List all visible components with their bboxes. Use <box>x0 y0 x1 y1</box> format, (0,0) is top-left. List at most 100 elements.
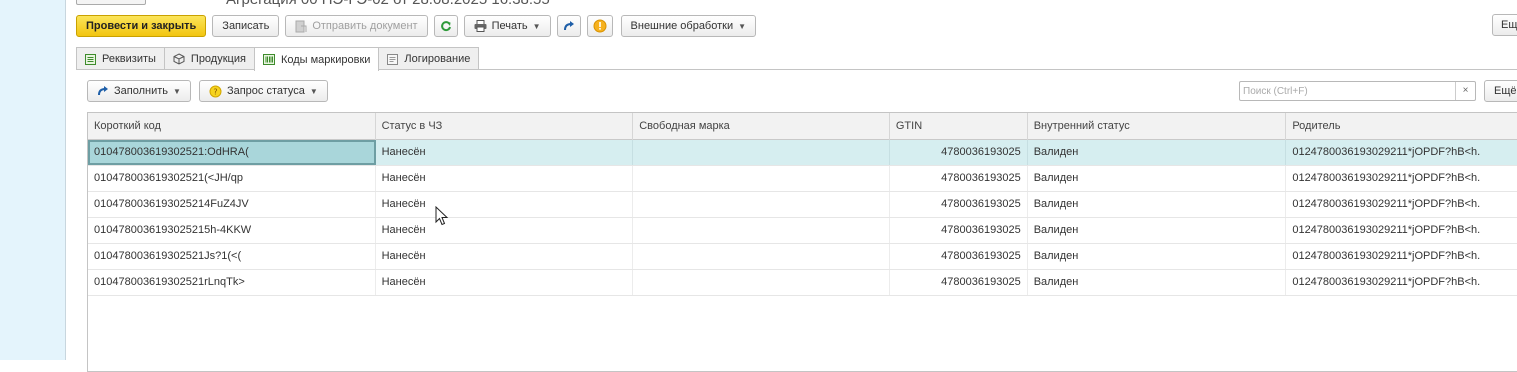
table-row[interactable]: 0104780036193025215h-4KKW Нанесён 478003… <box>88 218 1517 244</box>
cell-status-cz[interactable]: Нанесён <box>376 166 634 191</box>
cell-gtin[interactable]: 4780036193025 <box>890 244 1028 269</box>
tab-requisites-label: Реквизиты <box>102 53 156 65</box>
cell-short-code[interactable]: 010478003619302521:OdHRA( <box>88 140 376 165</box>
save-button[interactable]: Записать <box>212 15 280 37</box>
cell-gtin[interactable]: 4780036193025 <box>890 140 1028 165</box>
cell-parent[interactable]: 0124780036193029211*jOPDF?hB<h. <box>1286 192 1517 217</box>
more-actions-button[interactable]: Ещё <box>1492 14 1517 36</box>
save-label: Записать <box>222 20 270 32</box>
cell-internal-status[interactable]: Валиден <box>1028 192 1287 217</box>
left-panel <box>0 0 66 360</box>
cell-free-mark[interactable] <box>633 270 890 295</box>
table-row[interactable]: 010478003619302521(<JH/qp Нанесён 478003… <box>88 166 1517 192</box>
tab-products-label: Продукция <box>190 53 246 65</box>
cell-gtin[interactable]: 4780036193025 <box>890 166 1028 191</box>
title-bar: Агрегация 00 ПЭ-ГЭ-02 от 28.08.2025 16:3… <box>66 0 1517 8</box>
clear-search-button[interactable]: × <box>1455 82 1475 100</box>
column-header-internal-status[interactable]: Внутренний статус <box>1028 113 1287 140</box>
tab-requisites[interactable]: Реквизиты <box>76 47 165 70</box>
search-input[interactable] <box>1240 82 1452 100</box>
cell-free-mark[interactable] <box>633 192 890 217</box>
list-more-button[interactable]: Ещё <box>1484 80 1517 102</box>
cell-short-code[interactable]: 0104780036193025215h-4KKW <box>88 218 376 243</box>
cell-internal-status[interactable]: Валиден <box>1028 166 1287 191</box>
cell-free-mark[interactable] <box>633 140 890 165</box>
cell-status-cz[interactable]: Нанесён <box>376 218 634 243</box>
table-row[interactable]: 010478003619302521Js?1(<( Нанесён 478003… <box>88 244 1517 270</box>
info-icon <box>593 19 607 33</box>
print-button[interactable]: Печать ▼ <box>463 15 551 37</box>
nav-buttons-fragment[interactable] <box>76 0 146 5</box>
send-document-label: Отправить документ <box>312 20 418 32</box>
fill-arrow-icon <box>98 86 108 96</box>
search-field: × <box>1239 81 1476 101</box>
tab-bar: Реквизиты Продукция Коды маркировки Логи… <box>76 47 480 71</box>
status-request-label: Запрос статуса <box>226 85 305 97</box>
external-processing-button[interactable]: Внешние обработки ▼ <box>620 15 757 37</box>
refresh-icon <box>440 21 451 32</box>
cell-parent[interactable]: 0124780036193029211*jOPDF?hB<h. <box>1286 244 1517 269</box>
cell-parent[interactable]: 0124780036193029211*jOPDF?hB<h. <box>1286 166 1517 191</box>
list-command-bar: Заполнить ▼ ? Запрос статуса ▼ <box>87 80 328 102</box>
chevron-down-icon: ▼ <box>309 86 318 96</box>
column-header-gtin[interactable]: GTIN <box>890 113 1028 140</box>
cell-free-mark[interactable] <box>633 166 890 191</box>
cell-short-code[interactable]: 010478003619302521Js?1(<( <box>88 244 376 269</box>
column-header-free-mark[interactable]: Свободная марка <box>633 113 890 140</box>
window-title: Агрегация 00 ПЭ-ГЭ-02 от 28.08.2025 16:3… <box>226 0 550 8</box>
table-row[interactable]: 0104780036193025214FuZ4JV Нанесён 478003… <box>88 192 1517 218</box>
table-row[interactable]: 010478003619302521:OdHRA( Нанесён 478003… <box>88 140 1517 166</box>
cell-short-code[interactable]: 010478003619302521rLnqTk> <box>88 270 376 295</box>
tab-products[interactable]: Продукция <box>163 47 255 70</box>
column-header-status-cz[interactable]: Статус в ЧЗ <box>376 113 634 140</box>
cell-short-code[interactable]: 0104780036193025214FuZ4JV <box>88 192 376 217</box>
cell-status-cz[interactable]: Нанесён <box>376 192 634 217</box>
cell-free-mark[interactable] <box>633 218 890 243</box>
cell-status-cz[interactable]: Нанесён <box>376 270 634 295</box>
more-actions-label: Ещё <box>1501 19 1517 31</box>
cell-internal-status[interactable]: Валиден <box>1028 244 1287 269</box>
post-and-close-label: Провести и закрыть <box>86 20 197 32</box>
cell-gtin[interactable]: 4780036193025 <box>890 270 1028 295</box>
refresh-button[interactable] <box>433 15 458 37</box>
cell-internal-status[interactable]: Валиден <box>1028 140 1287 165</box>
svg-text:?: ? <box>213 87 217 96</box>
cell-gtin[interactable]: 4780036193025 <box>890 192 1028 217</box>
log-icon <box>387 53 399 65</box>
cell-short-code[interactable]: 010478003619302521(<JH/qp <box>88 166 376 191</box>
status-request-button[interactable]: ? Запрос статуса ▼ <box>198 80 328 102</box>
marking-codes-table: Короткий код Статус в ЧЗ Свободная марка… <box>87 112 1517 372</box>
cell-internal-status[interactable]: Валиден <box>1028 218 1287 243</box>
print-label: Печать <box>491 20 528 32</box>
fill-label: Заполнить <box>114 85 169 97</box>
cell-free-mark[interactable] <box>633 244 890 269</box>
post-and-close-button[interactable]: Провести и закрыть <box>76 15 207 37</box>
list-more-label: Ещё <box>1494 85 1517 97</box>
help-icon: ? <box>209 85 222 97</box>
cell-parent[interactable]: 0124780036193029211*jOPDF?hB<h. <box>1286 270 1517 295</box>
cell-status-cz[interactable]: Нанесён <box>376 140 634 165</box>
cell-parent[interactable]: 0124780036193029211*jOPDF?hB<h. <box>1286 140 1517 165</box>
tab-logging[interactable]: Логирование <box>378 47 480 70</box>
tab-marking-codes[interactable]: Коды маркировки <box>253 47 380 71</box>
cell-gtin[interactable]: 4780036193025 <box>890 218 1028 243</box>
column-header-parent[interactable]: Родитель <box>1286 113 1517 140</box>
go-to-button[interactable] <box>556 15 581 37</box>
cell-internal-status[interactable]: Валиден <box>1028 270 1287 295</box>
chevron-down-icon: ▼ <box>738 21 747 31</box>
mouse-cursor-icon <box>435 206 449 226</box>
column-header-short-code[interactable]: Короткий код <box>88 113 376 140</box>
table-header: Короткий код Статус в ЧЗ Свободная марка… <box>88 113 1517 140</box>
chevron-down-icon: ▼ <box>532 21 541 31</box>
redirect-arrow-icon <box>563 21 574 31</box>
cell-status-cz[interactable]: Нанесён <box>376 244 634 269</box>
command-bar: Провести и закрыть Записать Отправить до… <box>76 14 757 38</box>
fill-button[interactable]: Заполнить ▼ <box>87 80 191 102</box>
cell-parent[interactable]: 0124780036193029211*jOPDF?hB<h. <box>1286 218 1517 243</box>
chevron-down-icon: ▼ <box>173 86 181 96</box>
send-document-button[interactable]: Отправить документ <box>285 15 428 37</box>
info-button[interactable] <box>586 15 613 37</box>
printer-icon <box>474 20 487 32</box>
cube-icon <box>173 53 185 65</box>
table-row[interactable]: 010478003619302521rLnqTk> Нанесён 478003… <box>88 270 1517 296</box>
